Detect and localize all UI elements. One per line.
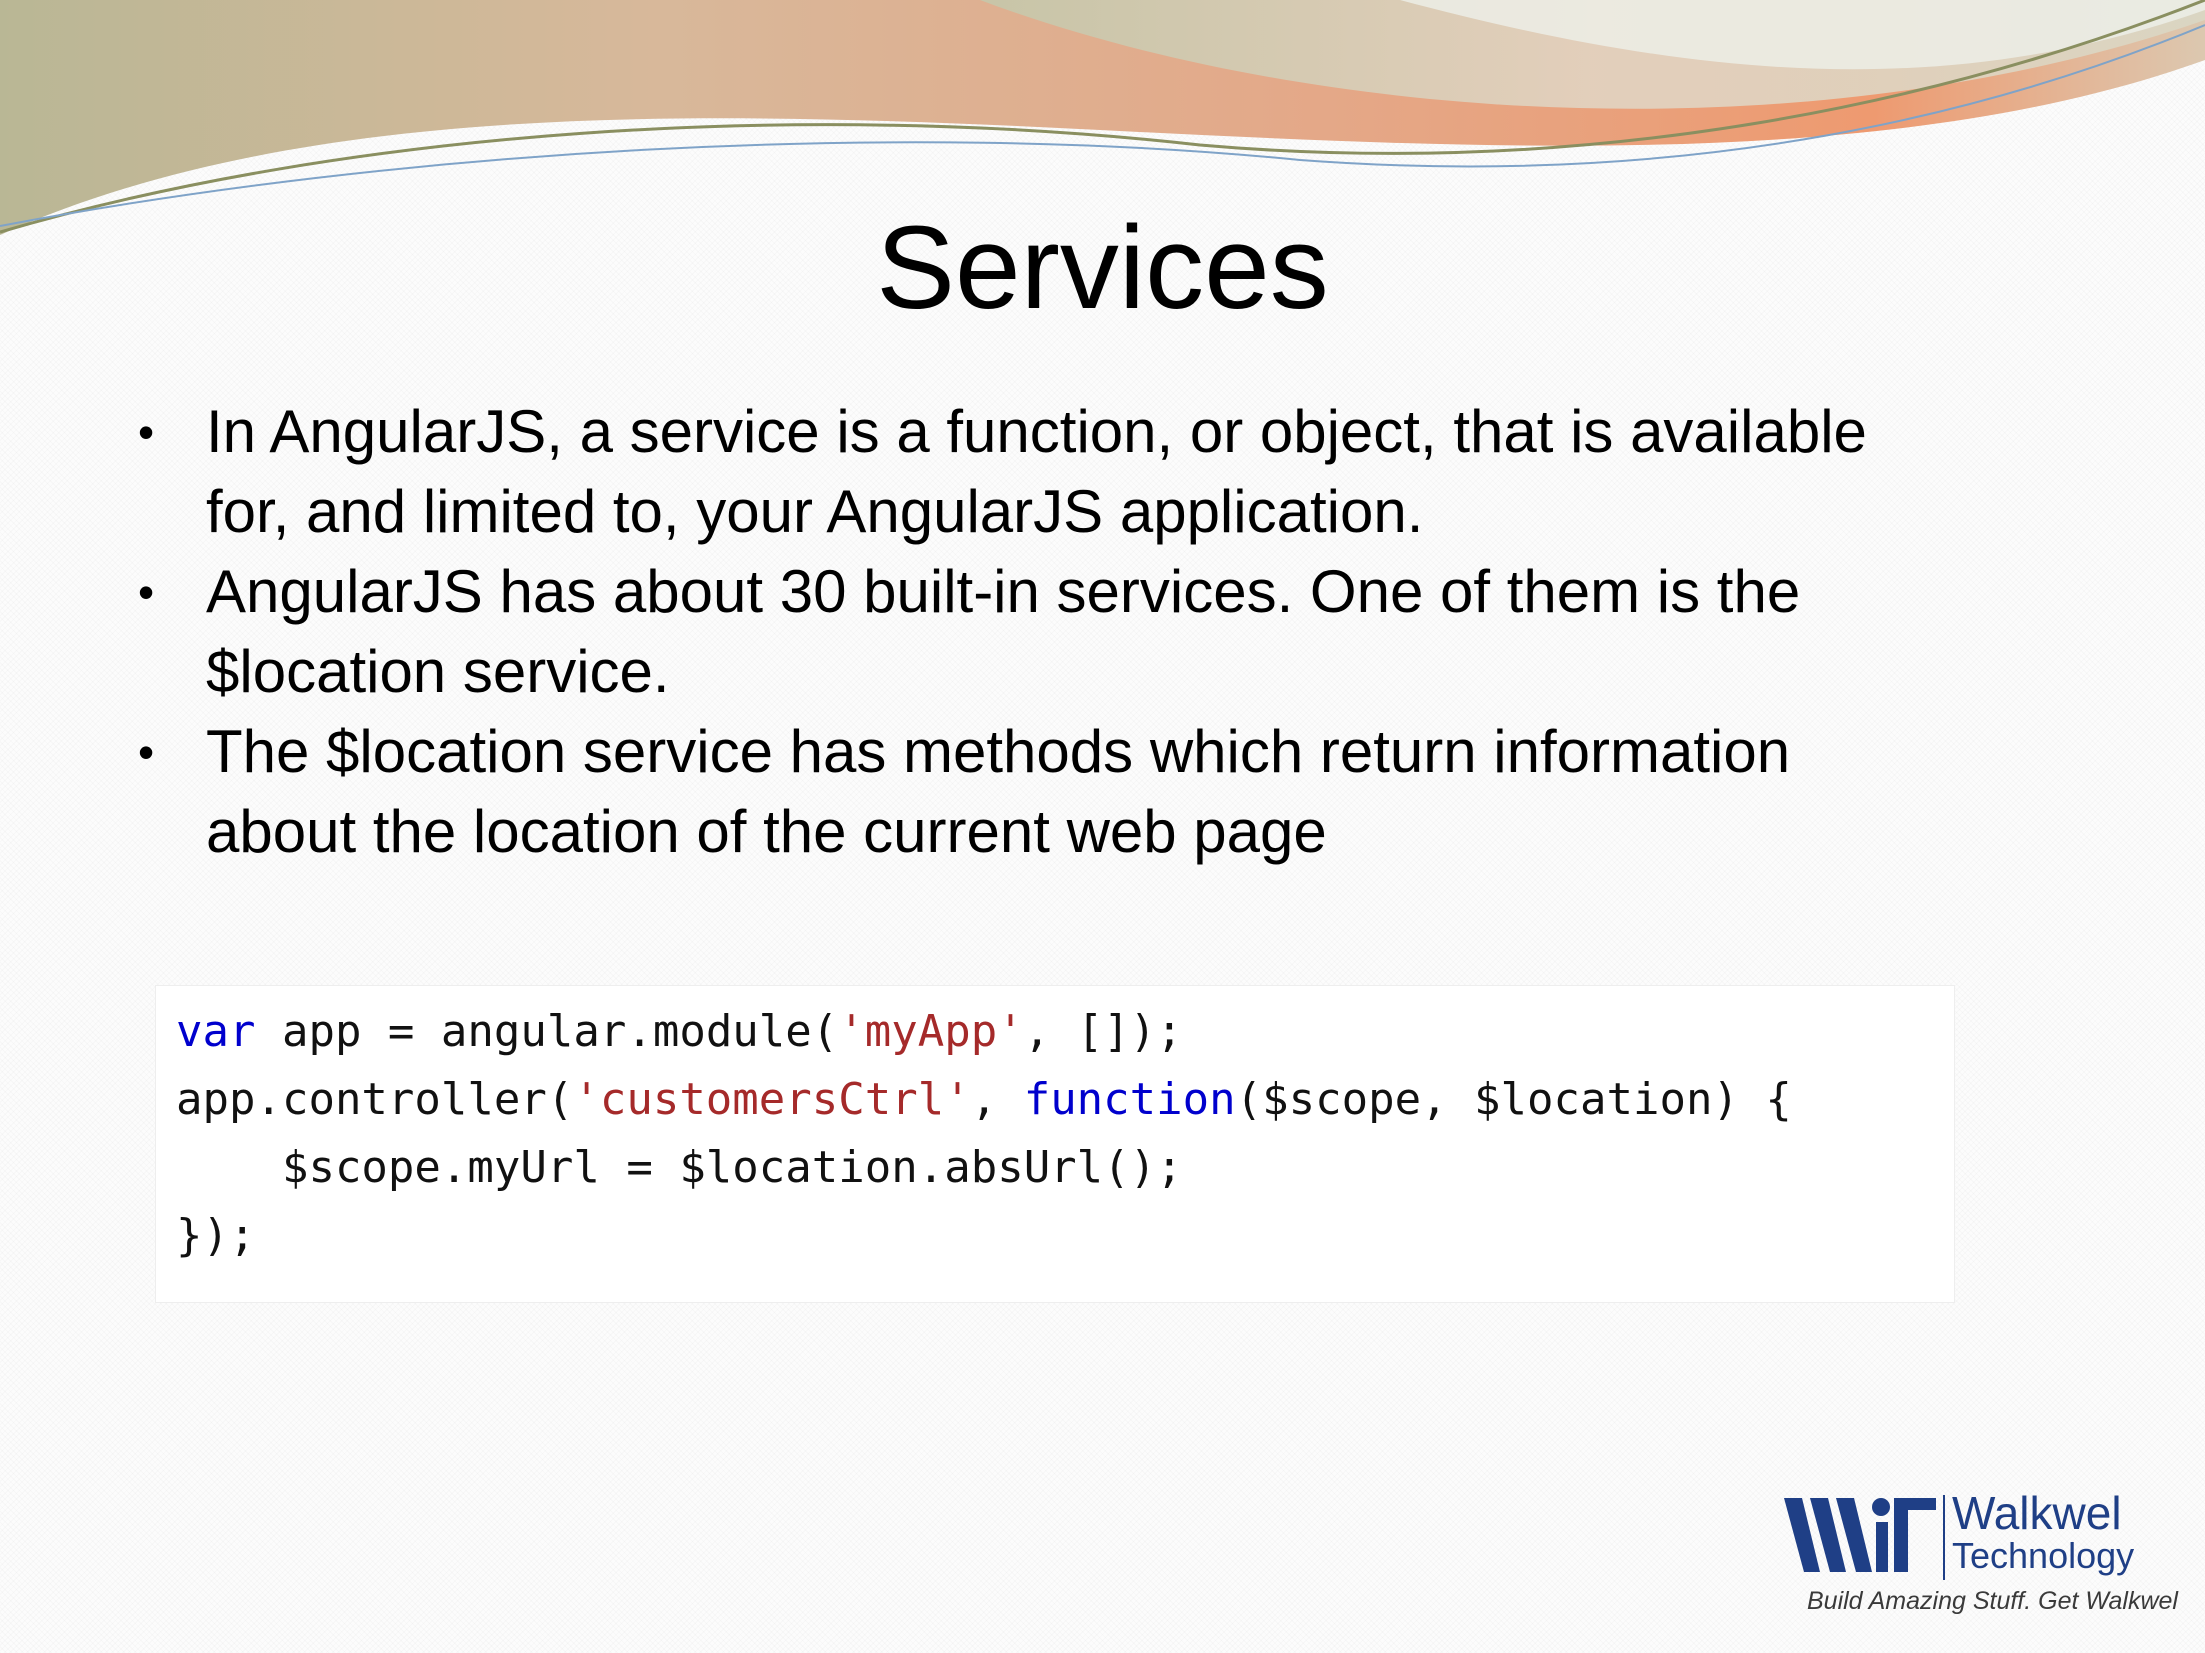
slide-title: Services: [876, 202, 1329, 334]
walkwel-logo-mark-icon: [1784, 1498, 1936, 1572]
logo-divider: [1943, 1495, 1945, 1580]
code-snippet: var app = angular.module('myApp', []); a…: [155, 985, 1955, 1303]
bullet-item: • The $location service has methods whic…: [130, 712, 2090, 872]
bullet-text-line: AngularJS has about 30 built-in services…: [206, 558, 1801, 625]
code-line-2: app.controller('customersCtrl', function…: [176, 1072, 1792, 1128]
code-keyword: function: [1023, 1074, 1236, 1125]
bullet-text-line: In AngularJS, a service is a function, o…: [206, 398, 1867, 465]
bullet-list: • In AngularJS, a service is a function,…: [130, 392, 2090, 872]
bullet-text-line: for, and limited to, your AngularJS appl…: [206, 478, 1424, 545]
bullet-icon: •: [138, 566, 155, 618]
logo-tagline: Build Amazing Stuff. Get Walkwel: [1807, 1587, 2178, 1615]
bullet-item: • In AngularJS, a service is a function,…: [130, 392, 2090, 552]
bullet-icon: •: [138, 726, 155, 778]
code-line-3: $scope.myUrl = $location.absUrl();: [176, 1142, 1183, 1193]
slide: Services • In AngularJS, a service is a …: [0, 0, 2205, 1653]
bullet-text-line: $location service.: [206, 638, 670, 705]
bullet-text-line: about the location of the current web pa…: [206, 798, 1327, 865]
code-text: app.controller(: [176, 1074, 574, 1125]
code-line-1: var app = angular.module('myApp', []);: [176, 1004, 1183, 1060]
logo-company-subname: Technology: [1952, 1535, 2135, 1576]
code-line-4: });: [176, 1210, 256, 1261]
code-string: 'customersCtrl': [573, 1074, 971, 1125]
bullet-item: • AngularJS has about 30 built-in servic…: [130, 552, 2090, 712]
bullet-icon: •: [138, 406, 155, 458]
logo-company-name: Walkwel: [1952, 1487, 2122, 1539]
bullet-text-line: The $location service has methods which …: [206, 718, 1791, 785]
code-keyword: var: [176, 1006, 256, 1057]
code-text: app = angular.module(: [255, 1006, 839, 1057]
code-text: ,: [970, 1074, 1024, 1125]
code-text: , []);: [1023, 1006, 1183, 1057]
walkwel-logo: Walkwel Technology Build Amazing Stuff. …: [1780, 1485, 2178, 1620]
code-string: 'myApp': [838, 1006, 1024, 1057]
code-text: ($scope, $location) {: [1235, 1074, 1792, 1125]
